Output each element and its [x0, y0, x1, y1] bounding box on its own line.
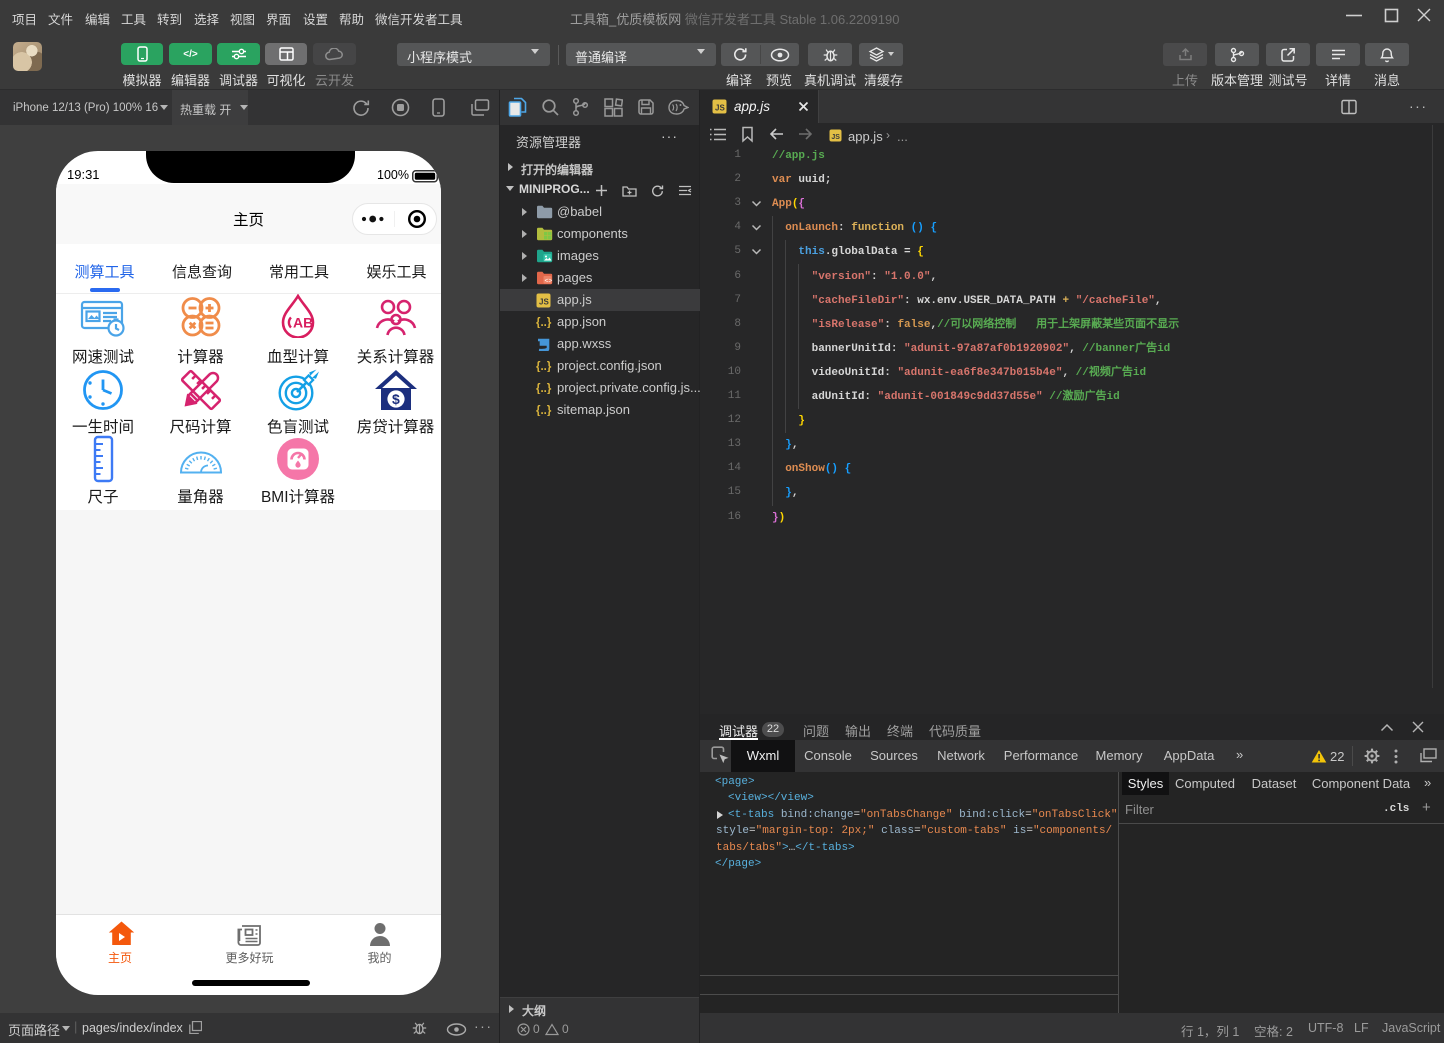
svg-text:<>: <> [545, 278, 553, 285]
svg-text:{..}: {..} [536, 361, 552, 372]
svg-text:{..}: {..} [536, 383, 552, 394]
svg-text:JS: JS [831, 134, 840, 141]
svg-text:AB: AB [293, 315, 313, 331]
svg-text:$: $ [392, 391, 400, 407]
svg-text:JS: JS [715, 104, 725, 113]
svg-text:{..}: {..} [536, 405, 552, 416]
svg-text:JS: JS [539, 298, 549, 307]
svg-text:{..}: {..} [536, 317, 552, 328]
